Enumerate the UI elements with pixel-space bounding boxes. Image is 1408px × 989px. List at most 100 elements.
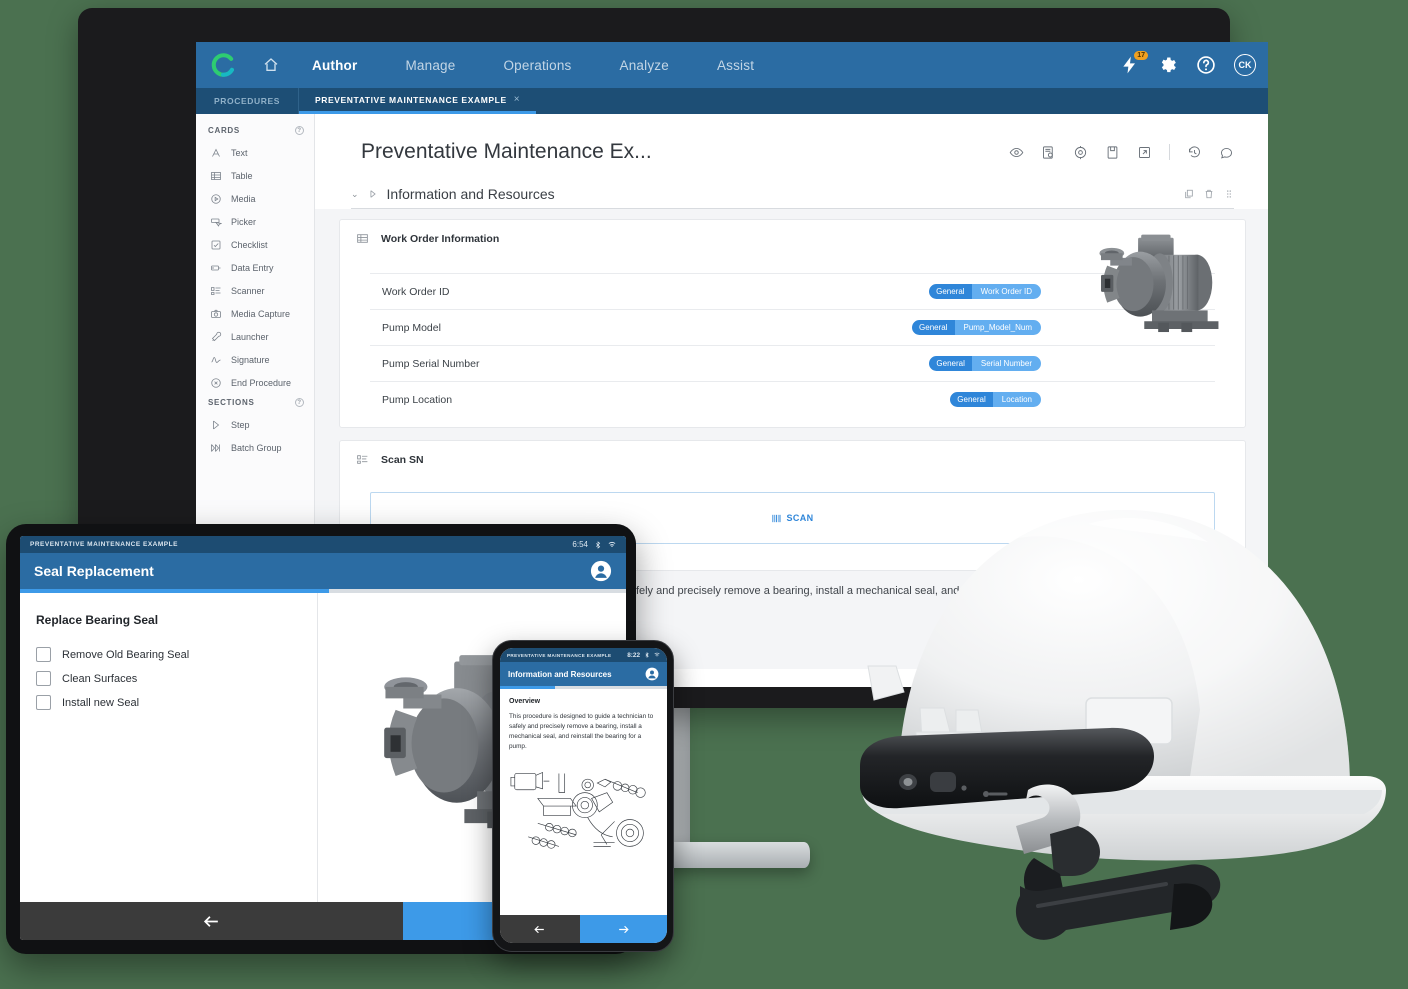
top-nav-actions: 17 CK (1120, 42, 1256, 88)
sidebar-item-batch-group[interactable]: Batch Group (196, 436, 314, 459)
document-toolbar (1009, 144, 1234, 160)
sidebar-item-label: Checklist (231, 239, 268, 250)
preview-eye-icon[interactable] (1009, 145, 1024, 160)
status-badge[interactable]: General Work Order ID (929, 284, 1041, 299)
field-label: Work Order ID (382, 285, 450, 298)
phone-app-bar: Information and Resources (500, 662, 667, 686)
checklist-label: Clean Surfaces (62, 672, 138, 685)
comment-icon[interactable] (1219, 145, 1234, 160)
sidebar-item-table[interactable]: Table (196, 164, 314, 187)
checklist-icon (211, 240, 221, 249)
status-badge[interactable]: General Pump_Model_Num (912, 320, 1041, 335)
sidebar-item-label: Step (231, 419, 250, 430)
pump-3d-render (1099, 234, 1219, 333)
home-icon[interactable] (254, 57, 288, 73)
sidebar-item-text[interactable]: Text (196, 141, 314, 164)
phone-clock: 8:22 (627, 651, 640, 659)
back-button[interactable] (500, 915, 580, 943)
nav-link-manage[interactable]: Manage (381, 58, 479, 73)
sidebar-item-label: End Procedure (231, 377, 292, 388)
publish-icon[interactable] (1041, 145, 1056, 160)
tab-label: PREVENTATIVE MAINTENANCE EXAMPLE (314, 94, 507, 105)
sidebar-item-media-capture[interactable]: Media Capture (196, 302, 314, 325)
sidebar-item-step[interactable]: Step (196, 413, 314, 436)
sidebar-item-checklist[interactable]: Checklist (196, 233, 314, 256)
history-icon[interactable] (1187, 145, 1202, 160)
table-icon (357, 234, 368, 243)
phone-paragraph: This procedure is designed to guide a te… (509, 713, 654, 750)
chevron-down-icon[interactable]: ⌄ (351, 189, 359, 200)
list-item[interactable]: Remove Old Bearing Seal (36, 647, 301, 662)
close-icon[interactable]: × (514, 94, 520, 105)
sidebar-item-launcher[interactable]: Launcher (196, 325, 314, 348)
card-title: Work Order Information (381, 232, 500, 245)
table-row[interactable]: Pump Serial Number General Serial Number (370, 345, 1215, 381)
delete-icon[interactable] (1204, 189, 1214, 199)
sidebar-item-picker[interactable]: Picker (196, 210, 314, 233)
gear-icon[interactable] (1158, 55, 1178, 75)
media-icon (211, 193, 221, 204)
brand-c-logo[interactable] (210, 52, 236, 78)
wifi-icon (608, 541, 616, 547)
checkbox[interactable] (36, 647, 51, 662)
white-hard-hat (860, 510, 1386, 940)
tab-open-document[interactable]: PREVENTATIVE MAINTENANCE EXAMPLE × (298, 88, 537, 114)
picker-icon (211, 218, 222, 227)
tablet-clock: 6:54 (572, 540, 588, 549)
help-icon[interactable] (1196, 55, 1216, 75)
nav-link-author[interactable]: Author (288, 58, 381, 73)
tab-procedures[interactable]: PROCEDURES (196, 88, 299, 114)
tag-key: General (929, 356, 972, 371)
back-button[interactable] (20, 902, 404, 940)
tag-value: Pump_Model_Num (954, 320, 1041, 335)
list-item[interactable]: Clean Surfaces (36, 671, 301, 686)
checklist-label: Remove Old Bearing Seal (62, 648, 190, 661)
help-icon[interactable]: ? (295, 126, 304, 135)
user-avatar-icon[interactable] (645, 667, 659, 681)
duplicate-icon[interactable] (1184, 189, 1194, 199)
list-item[interactable]: Install new Seal (36, 695, 301, 710)
settings-gear-icon[interactable] (1073, 145, 1088, 160)
drag-handle-icon[interactable] (1224, 189, 1234, 199)
work-order-card[interactable]: Work Order Information Work Order ID Gen… (339, 219, 1246, 428)
help-icon[interactable]: ? (295, 398, 304, 407)
open-external-icon[interactable] (1137, 145, 1152, 160)
arrow-left-icon (534, 925, 545, 933)
forward-button[interactable] (579, 915, 667, 943)
scanner-icon (211, 286, 221, 295)
sidebar-item-end-procedure[interactable]: End Procedure (196, 371, 314, 394)
sidebar-item-label: Table (231, 170, 253, 181)
arrow-right-icon (618, 925, 629, 933)
scanner-icon (357, 455, 368, 464)
tablet-heading: Replace Bearing Seal (36, 613, 159, 627)
checklist-label: Install new Seal (62, 696, 140, 709)
save-icon[interactable] (1105, 145, 1120, 160)
nav-link-operations[interactable]: Operations (479, 58, 595, 73)
field-label: Pump Location (382, 393, 453, 406)
top-navigation-bar: Author Manage Operations Analyze Assist … (196, 42, 1268, 88)
nav-link-assist[interactable]: Assist (693, 58, 778, 73)
user-avatar-icon[interactable] (590, 560, 612, 582)
tablet-checklist-pane: Replace Bearing Seal Remove Old Bearing … (20, 593, 317, 902)
data-entry-icon (211, 265, 221, 270)
card-title: Scan SN (381, 453, 424, 466)
tab-strip: PROCEDURES PREVENTATIVE MAINTENANCE EXAM… (196, 88, 1268, 114)
tablet-app-name: PREVENTATIVE MAINTENANCE EXAMPLE (30, 541, 178, 548)
phone-screen: PREVENTATIVE MAINTENANCE EXAMPLE 8:22 In… (500, 648, 667, 943)
sidebar-item-label: Text (231, 147, 248, 158)
checkbox[interactable] (36, 671, 51, 686)
avatar[interactable]: CK (1234, 54, 1256, 76)
end-procedure-icon (211, 377, 221, 388)
bolt-icon[interactable]: 17 (1120, 51, 1148, 75)
sidebar-item-media[interactable]: Media (196, 187, 314, 210)
tablet-title: Seal Replacement (34, 563, 154, 579)
sidebar-item-signature[interactable]: Signature (196, 348, 314, 371)
checkbox[interactable] (36, 695, 51, 710)
status-badge[interactable]: General Serial Number (929, 356, 1041, 371)
sidebar-item-scanner[interactable]: Scanner (196, 279, 314, 302)
cards-header-label: CARDS (208, 126, 240, 135)
nav-link-analyze[interactable]: Analyze (596, 58, 693, 73)
phone-device: PREVENTATIVE MAINTENANCE EXAMPLE 8:22 In… (492, 640, 674, 952)
sidebar-item-data-entry[interactable]: Data Entry (196, 256, 314, 279)
sections-header-label: SECTIONS (208, 398, 255, 407)
